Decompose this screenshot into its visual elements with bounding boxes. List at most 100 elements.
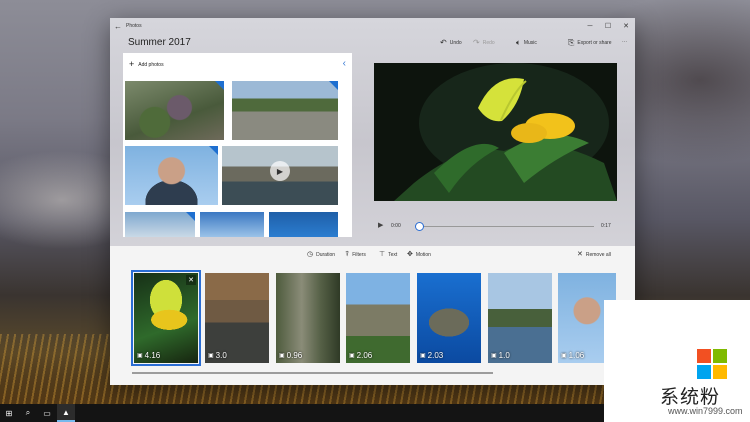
add-photos-label: Add photos bbox=[138, 61, 164, 68]
export-label: Export or share bbox=[577, 40, 612, 46]
storyboard-toolbar: ◷ Duration ⍒ Filters ⊤ Text ✥ Motion ✕ R… bbox=[110, 251, 635, 263]
filter-icon: ⍒ bbox=[345, 251, 350, 258]
storyboard-clip[interactable]: ▣ 1.0 bbox=[488, 273, 552, 363]
undo-label: Undo bbox=[449, 40, 462, 46]
filters-label: Filters bbox=[352, 251, 366, 258]
storyboard-clip[interactable]: ▣ 0.96 bbox=[276, 273, 340, 363]
redo-label: Redo bbox=[482, 40, 495, 46]
clip-duration-value: 4.16 bbox=[144, 351, 161, 360]
storyboard-clip[interactable]: ✕ ▣ 4.16 bbox=[131, 270, 201, 366]
music-button[interactable]: 🔈︎ Music bbox=[516, 39, 537, 47]
library-thumb[interactable] bbox=[200, 212, 264, 237]
export-icon: ⎘ bbox=[568, 38, 575, 47]
storyboard: ◷ Duration ⍒ Filters ⊤ Text ✥ Motion ✕ R… bbox=[110, 246, 635, 385]
play-icon: ▶ bbox=[270, 161, 290, 181]
clip-duration-value: 2.06 bbox=[356, 351, 373, 360]
clip-duration: ▣ 2.03 bbox=[420, 351, 443, 360]
storyboard-clip[interactable]: ▣ 2.06 bbox=[346, 273, 410, 363]
motion-button[interactable]: ✥ Motion bbox=[407, 251, 431, 258]
clip-duration: ▣ 4.16 bbox=[137, 351, 160, 360]
text-icon: ⊤ bbox=[379, 251, 386, 258]
used-marker bbox=[329, 81, 338, 90]
close-icon: ✕ bbox=[577, 251, 583, 258]
logo-blue-square bbox=[697, 365, 711, 379]
add-photos-button[interactable]: + Add photos bbox=[129, 60, 164, 69]
clip-duration-value: 3.0 bbox=[215, 351, 227, 360]
clip-duration-value: 1.06 bbox=[568, 351, 585, 360]
task-view-icon[interactable]: ▭ bbox=[38, 404, 56, 422]
library-thumb[interactable] bbox=[125, 212, 195, 237]
image-icon: ▣ bbox=[491, 353, 497, 359]
image-icon: ▣ bbox=[420, 353, 426, 359]
redo-icon: ↷ bbox=[473, 38, 480, 47]
project-title[interactable]: Summer 2017 bbox=[128, 37, 191, 48]
title-bar: ← Photos ─ ☐ ✕ bbox=[110, 18, 635, 34]
undo-icon: ↶ bbox=[440, 38, 447, 47]
image-icon: ▣ bbox=[208, 353, 214, 359]
clip-duration: ▣ 1.0 bbox=[491, 351, 510, 360]
total-time: 0:17 bbox=[601, 223, 611, 229]
microsoft-logo-icon bbox=[697, 349, 727, 379]
editor-area: ← Photos ─ ☐ ✕ Summer 2017 ↶ Undo ↷ Redo… bbox=[110, 18, 635, 246]
watermark-text: 系统粉 bbox=[660, 386, 721, 408]
seek-track[interactable] bbox=[418, 226, 594, 227]
windows-start-icon[interactable]: ⊞ bbox=[0, 404, 18, 422]
photos-app-icon[interactable]: ▲ bbox=[57, 404, 75, 422]
back-arrow-icon[interactable]: ← bbox=[110, 22, 126, 31]
library-thumb-boy-portrait[interactable] bbox=[125, 146, 218, 205]
export-share-button[interactable]: ⎘ Export or share bbox=[568, 39, 612, 47]
plus-icon: + bbox=[129, 59, 135, 69]
image-icon: ▣ bbox=[349, 353, 355, 359]
current-time: 0:00 bbox=[391, 223, 401, 229]
text-label: Text bbox=[388, 251, 398, 258]
undo-button[interactable]: ↶ Undo bbox=[440, 39, 462, 47]
duration-label: Duration bbox=[316, 251, 336, 258]
video-preview[interactable] bbox=[374, 63, 617, 201]
watermark-url: www.win7999.com bbox=[668, 406, 743, 416]
seek-thumb[interactable] bbox=[415, 222, 424, 231]
preview-image bbox=[374, 63, 617, 201]
minimize-button[interactable]: ─ bbox=[581, 18, 599, 34]
speaker-icon: 🔈︎ bbox=[516, 38, 521, 47]
app-name: Photos bbox=[126, 23, 142, 29]
image-icon: ▣ bbox=[137, 353, 143, 359]
library-thumb-boat-video[interactable]: ▶ bbox=[222, 146, 338, 205]
image-icon: ▣ bbox=[561, 353, 567, 359]
used-marker bbox=[209, 146, 218, 155]
maximize-button[interactable]: ☐ bbox=[599, 18, 617, 34]
music-label: Music bbox=[523, 40, 537, 46]
more-options-button[interactable]: ··· bbox=[622, 39, 627, 45]
redo-button[interactable]: ↷ Redo bbox=[473, 39, 495, 47]
library-thumb-starfish[interactable] bbox=[125, 81, 224, 140]
storyboard-clip[interactable]: ▣ 3.0 bbox=[205, 273, 269, 363]
filters-button[interactable]: ⍒ Filters bbox=[345, 251, 366, 258]
text-button[interactable]: ⊤ Text bbox=[379, 251, 397, 258]
remove-clip-close-icon[interactable]: ✕ bbox=[186, 275, 196, 285]
clock-icon: ◷ bbox=[307, 251, 314, 258]
search-icon[interactable]: ⌕ bbox=[19, 404, 37, 422]
remove-all-button[interactable]: ✕ Remove all bbox=[577, 251, 611, 258]
storyboard-clip[interactable]: ▣ 2.03 bbox=[417, 273, 481, 363]
logo-red-square bbox=[697, 349, 711, 363]
library-thumb[interactable] bbox=[269, 212, 338, 237]
clip-duration: ▣ 1.06 bbox=[561, 351, 584, 360]
close-window-button[interactable]: ✕ bbox=[617, 18, 635, 34]
storyboard-scrollbar[interactable] bbox=[132, 372, 493, 374]
more-icon: ··· bbox=[622, 39, 627, 45]
motion-label: Motion bbox=[415, 251, 431, 258]
clip-duration-value: 0.96 bbox=[286, 351, 303, 360]
play-button-icon[interactable]: ▶ bbox=[378, 221, 383, 229]
duration-button[interactable]: ◷ Duration bbox=[307, 251, 335, 258]
photos-window: ← Photos ─ ☐ ✕ Summer 2017 ↶ Undo ↷ Redo… bbox=[110, 18, 635, 385]
library-thumb-beach[interactable] bbox=[232, 81, 338, 140]
clip-duration: ▣ 2.06 bbox=[349, 351, 372, 360]
image-icon: ▣ bbox=[279, 353, 285, 359]
motion-icon: ✥ bbox=[407, 251, 413, 258]
clip-duration: ▣ 0.96 bbox=[279, 351, 302, 360]
logo-green-square bbox=[713, 349, 727, 363]
clip-duration: ▣ 3.0 bbox=[208, 351, 227, 360]
clip-duration-value: 2.03 bbox=[427, 351, 444, 360]
used-marker bbox=[186, 212, 195, 221]
watermark: 系统粉 www.win7999.com bbox=[604, 300, 750, 422]
collapse-library-chevron-icon[interactable]: ‹ bbox=[343, 58, 346, 69]
